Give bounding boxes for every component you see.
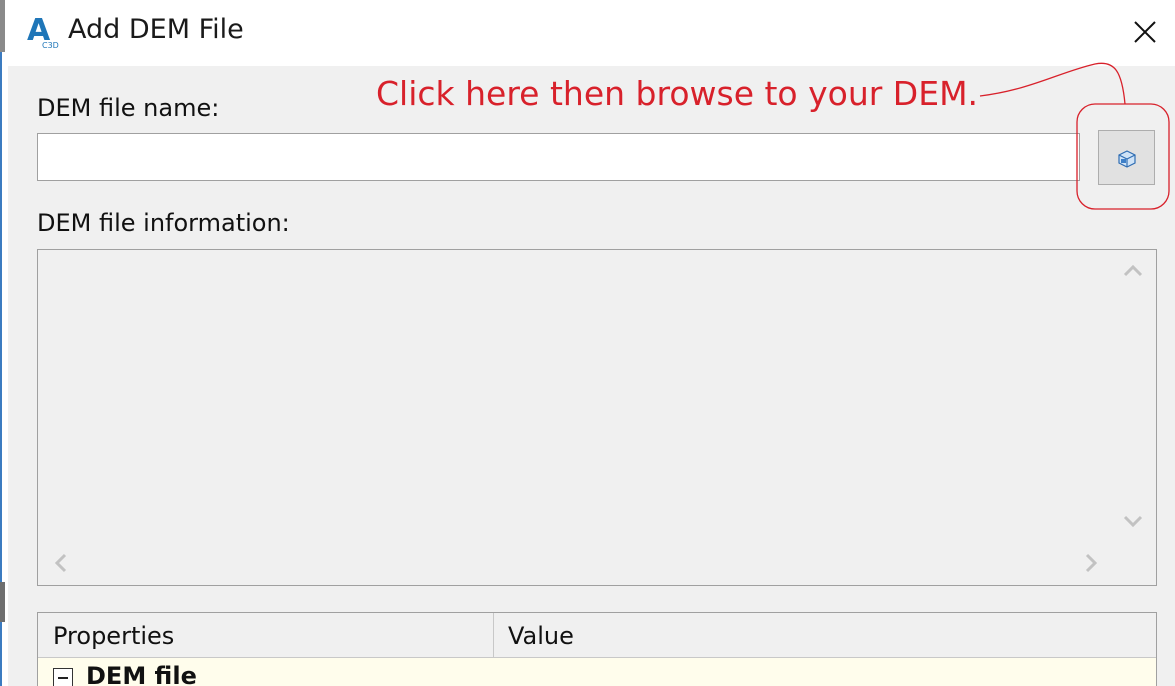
close-button[interactable] [1127,14,1161,48]
scroll-left-arrow[interactable] [50,552,72,574]
scroll-right-arrow[interactable] [1080,552,1102,574]
title-bar: A C3D Add DEM File [8,0,1175,66]
properties-grid-header: Properties Value [38,613,1156,658]
dem-file-name-label: DEM file name: [37,94,220,122]
column-header-value[interactable]: Value [493,613,1156,657]
browse-folder-icon [1117,149,1136,168]
properties-grid: Properties Value DEM file [37,612,1157,686]
scrollbar-corner [1112,541,1156,585]
dem-file-information-box [37,249,1157,586]
chevron-left-icon [54,553,67,573]
horizontal-scrollbar[interactable] [38,541,1112,585]
dem-file-information-label: DEM file information: [37,209,290,237]
chevron-right-icon [1085,553,1098,573]
column-header-properties[interactable]: Properties [38,613,493,657]
close-icon [1134,21,1156,43]
background-window-edge [0,0,8,686]
app-icon: A C3D [24,12,64,50]
vertical-scrollbar[interactable] [1112,250,1156,542]
property-row-dem-file[interactable]: DEM file [38,658,1156,686]
dem-file-name-input[interactable] [37,133,1080,181]
svg-text:C3D: C3D [42,41,59,50]
scroll-down-arrow[interactable] [1122,510,1144,532]
annotation-callout-text: Click here then browse to your DEM. [376,74,979,113]
information-content-area [38,250,1112,542]
property-group-label: DEM file [86,662,197,686]
collapse-toggle[interactable] [53,668,73,686]
browse-button[interactable] [1098,130,1155,185]
chevron-down-icon [1123,515,1143,528]
chevron-up-icon [1123,264,1143,277]
scroll-up-arrow[interactable] [1122,260,1144,282]
add-dem-file-dialog: A C3D Add DEM File DEM file name: Click … [0,0,1175,686]
dialog-title: Add DEM File [68,14,244,45]
